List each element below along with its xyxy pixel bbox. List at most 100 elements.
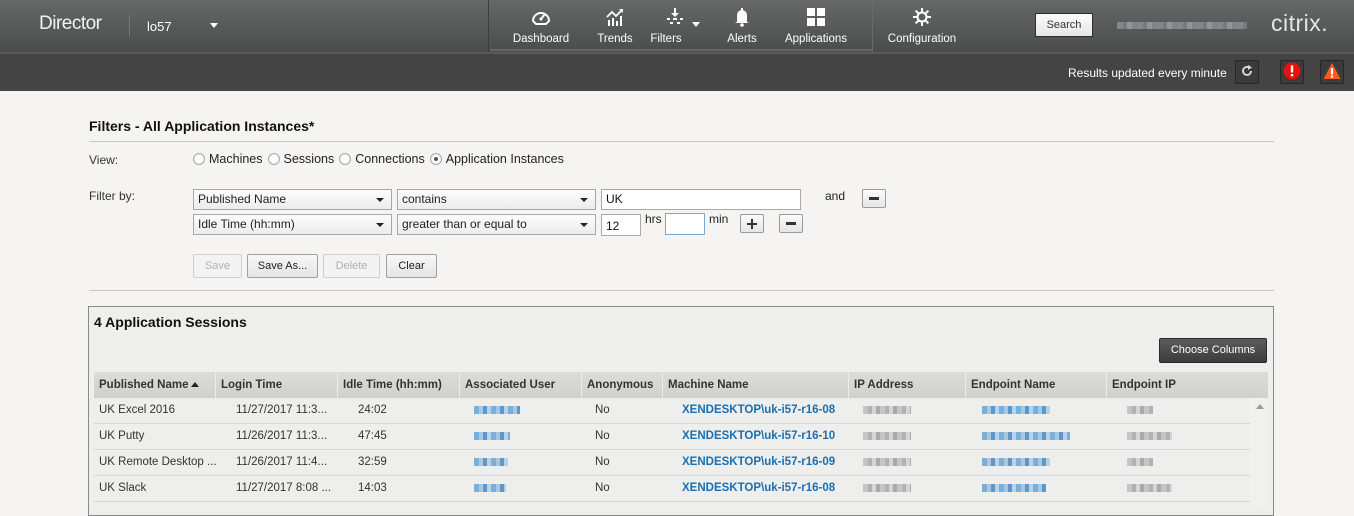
view-radio-group: Machines Sessions Connections Applicatio… [193, 152, 569, 166]
cell-endpoint-name[interactable] [966, 450, 1107, 475]
cell-associated-user[interactable] [460, 424, 582, 449]
ip-redacted [863, 431, 911, 440]
choose-columns-button[interactable]: Choose Columns [1159, 338, 1267, 363]
cell-anonymous: No [595, 456, 610, 468]
cell-login-time: 11/27/2017 8:08 ... [236, 482, 332, 494]
table-scrollbar[interactable] [1250, 398, 1268, 509]
filter-operator-select-1[interactable]: contains [397, 189, 596, 210]
column-header-idle-time[interactable]: Idle Time (hh:mm) [338, 372, 460, 398]
filter-operator-select-2[interactable]: greater than or equal to [397, 214, 596, 235]
cell-endpoint-name[interactable] [966, 424, 1107, 449]
delete-button[interactable]: Delete [323, 254, 380, 278]
cell-anonymous: No [595, 430, 610, 442]
radio-machines[interactable] [193, 153, 205, 165]
column-header-ip-address[interactable]: IP Address [849, 372, 966, 398]
remove-filter-button-2[interactable] [779, 214, 803, 233]
view-option-connections[interactable]: Connections [339, 152, 425, 166]
column-label: Published Name [99, 379, 189, 391]
cell-associated-user[interactable] [460, 398, 582, 423]
filter-operator-value: contains [402, 192, 447, 206]
filter-value-input-1[interactable]: UK [601, 189, 801, 210]
user-redacted[interactable] [474, 457, 508, 466]
radio-connections[interactable] [339, 153, 352, 165]
user-redacted[interactable] [474, 405, 520, 414]
filter-field-select-2[interactable]: Idle Time (hh:mm) [193, 214, 392, 235]
filter-field-select-1[interactable]: Published Name [193, 189, 392, 210]
refresh-status-text: Results updated every minute [1068, 66, 1227, 80]
view-option-machines[interactable]: Machines [193, 152, 263, 166]
chevron-down-icon[interactable] [210, 23, 218, 28]
endpoint-ip-redacted [1127, 457, 1153, 466]
user-redacted[interactable] [474, 483, 506, 492]
ip-redacted [863, 483, 911, 492]
idle-minutes-input[interactable] [665, 213, 705, 235]
error-alerts-button[interactable] [1280, 60, 1304, 84]
nav-configuration[interactable]: Configuration [874, 0, 970, 45]
nav-dashboard[interactable]: Dashboard [489, 0, 593, 52]
column-header-machine-name[interactable]: Machine Name [663, 372, 849, 398]
user-name-redacted[interactable] [1117, 22, 1247, 29]
cell-endpoint-ip [1107, 450, 1250, 475]
radio-sessions[interactable] [267, 153, 280, 165]
sort-ascending-icon [191, 382, 200, 387]
filters-divider [89, 290, 1274, 291]
column-header-endpoint-name[interactable]: Endpoint Name [966, 372, 1107, 398]
page-title: Filters - All Application Instances* [89, 118, 315, 134]
add-filter-button[interactable] [740, 214, 764, 233]
endpoint-name-redacted[interactable] [982, 405, 1050, 414]
remove-filter-button-1[interactable] [862, 189, 886, 208]
ip-redacted [863, 457, 911, 466]
column-header-endpoint-ip[interactable]: Endpoint IP [1107, 372, 1268, 398]
cell-idle-time: 32:59 [358, 456, 387, 468]
nav-filters[interactable]: Filters [637, 0, 713, 52]
cell-associated-user[interactable] [460, 450, 582, 475]
cell-machine-name-link[interactable]: XENDESKTOP\uk-i57-r16-08 [663, 398, 849, 423]
warning-alerts-button[interactable] [1320, 60, 1344, 84]
table-row[interactable]: UK Excel 2016 11/27/2017 11:3... 24:02 N… [94, 398, 1250, 424]
endpoint-name-redacted[interactable] [982, 483, 1046, 492]
search-button[interactable]: Search [1035, 13, 1093, 37]
nav-trends[interactable]: Trends [593, 0, 637, 52]
nav-alerts[interactable]: Alerts [713, 0, 771, 52]
column-header-associated-user[interactable]: Associated User [460, 372, 582, 398]
filter-by-label: Filter by: [89, 189, 136, 203]
cell-idle-time: 24:02 [358, 404, 387, 416]
table-row[interactable]: UK Remote Desktop ... 11/26/2017 11:4...… [94, 450, 1250, 476]
radio-application-instances[interactable] [429, 153, 442, 165]
endpoint-name-redacted[interactable] [982, 431, 1070, 440]
nav-configuration-label: Configuration [887, 33, 957, 45]
cell-machine-name-link[interactable]: XENDESKTOP\uk-i57-r16-08 [663, 476, 849, 501]
save-button[interactable]: Save [193, 254, 242, 278]
refresh-icon [1241, 64, 1253, 80]
clear-button[interactable]: Clear [386, 254, 437, 278]
cell-machine-name-link[interactable]: XENDESKTOP\uk-i57-r16-09 [663, 450, 849, 475]
column-label: Associated User [465, 379, 556, 391]
gauge-icon [530, 6, 552, 28]
cell-endpoint-name[interactable] [966, 398, 1107, 423]
column-header-login-time[interactable]: Login Time [216, 372, 338, 398]
view-option-application-instances[interactable]: Application Instances [429, 152, 564, 166]
user-redacted[interactable] [474, 431, 510, 440]
cell-endpoint-ip [1107, 476, 1250, 501]
refresh-button[interactable] [1235, 60, 1259, 84]
gear-icon [913, 6, 931, 28]
column-header-published-name[interactable]: Published Name [94, 372, 216, 398]
cell-machine-name-link[interactable]: XENDESKTOP\uk-i57-r16-10 [663, 424, 849, 449]
endpoint-ip-redacted [1127, 483, 1172, 492]
cell-endpoint-name[interactable] [966, 476, 1107, 501]
save-as-button[interactable]: Save As... [247, 254, 318, 278]
site-selector[interactable]: lo57 [147, 19, 172, 34]
idle-hours-input[interactable]: 12 [601, 214, 641, 236]
view-option-sessions[interactable]: Sessions [267, 152, 334, 166]
endpoint-name-redacted[interactable] [982, 457, 1050, 466]
view-option-label: Connections [355, 152, 425, 166]
table-row[interactable]: UK Putty 11/26/2017 11:3... 47:45 No XEN… [94, 424, 1250, 450]
table-row[interactable]: UK Slack 11/27/2017 8:08 ... 14:03 No XE… [94, 476, 1250, 502]
column-header-anonymous[interactable]: Anonymous [582, 372, 663, 398]
scroll-up-icon[interactable] [1256, 404, 1264, 409]
filters-dropdown-caret-icon[interactable] [692, 22, 700, 27]
nav-applications[interactable]: Applications [771, 0, 861, 52]
view-option-label: Application Instances [445, 152, 564, 166]
cell-associated-user[interactable] [460, 476, 582, 501]
chevron-down-icon [376, 223, 384, 227]
